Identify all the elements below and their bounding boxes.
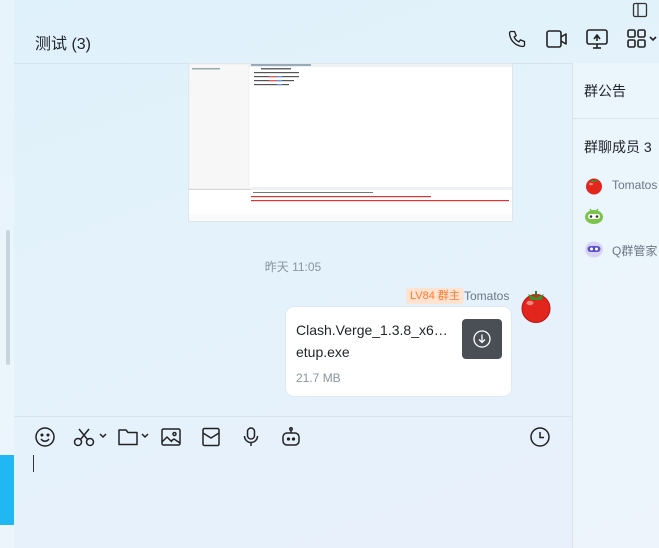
left-accent-bar — [0, 455, 14, 525]
image-icon[interactable] — [160, 426, 182, 448]
tomato-avatar[interactable] — [519, 289, 553, 323]
red-envelope-icon[interactable] — [200, 426, 222, 448]
chat-title: 测试 (3) — [35, 36, 92, 53]
download-button[interactable] — [462, 319, 502, 359]
input-area-divider — [14, 416, 572, 417]
group-announcement-title[interactable]: 群公告 — [584, 81, 626, 101]
download-icon — [472, 329, 492, 349]
chat-history-clock-icon[interactable] — [529, 426, 551, 448]
emoji-icon[interactable] — [34, 426, 56, 448]
apps-grid-icon[interactable] — [627, 29, 659, 49]
purple-robot-avatar — [584, 239, 604, 259]
file-message-card[interactable]: Clash.Verge_1.3.8_x6…etup.exe 21.7 MB — [286, 307, 511, 396]
microphone-icon[interactable] — [240, 426, 262, 448]
right-panel-divider — [573, 118, 659, 119]
green-robot-avatar — [584, 206, 604, 226]
group-info-panel — [572, 63, 659, 548]
member-name: Tomatos — [612, 178, 658, 192]
folder-icon[interactable] — [117, 426, 153, 448]
group-members-title[interactable]: 群聊成员 3 — [584, 137, 652, 157]
file-name: Clash.Verge_1.3.8_x6…etup.exe — [296, 322, 448, 360]
file-size: 21.7 MB — [296, 371, 341, 385]
screenshot-scissors-icon[interactable] — [73, 426, 111, 448]
left-scrollbar[interactable] — [6, 230, 10, 365]
phone-call-icon[interactable] — [507, 29, 527, 49]
sender-name[interactable]: Tomatos — [464, 289, 509, 303]
robot-assistant-icon[interactable] — [280, 426, 302, 448]
message-timestamp: 昨天 11:05 — [264, 260, 322, 274]
tomato-avatar — [584, 175, 604, 195]
member-name: Q群管家 — [612, 244, 658, 258]
sidebar-toggle-icon[interactable] — [632, 2, 648, 18]
screen-share-icon[interactable] — [585, 28, 609, 50]
screenshot-thumbnail — [189, 64, 512, 221]
member-level-badge: LV84 群主 — [406, 288, 464, 304]
image-message[interactable] — [188, 63, 513, 222]
video-call-icon[interactable] — [545, 28, 569, 50]
message-input-caret[interactable] — [33, 455, 34, 472]
